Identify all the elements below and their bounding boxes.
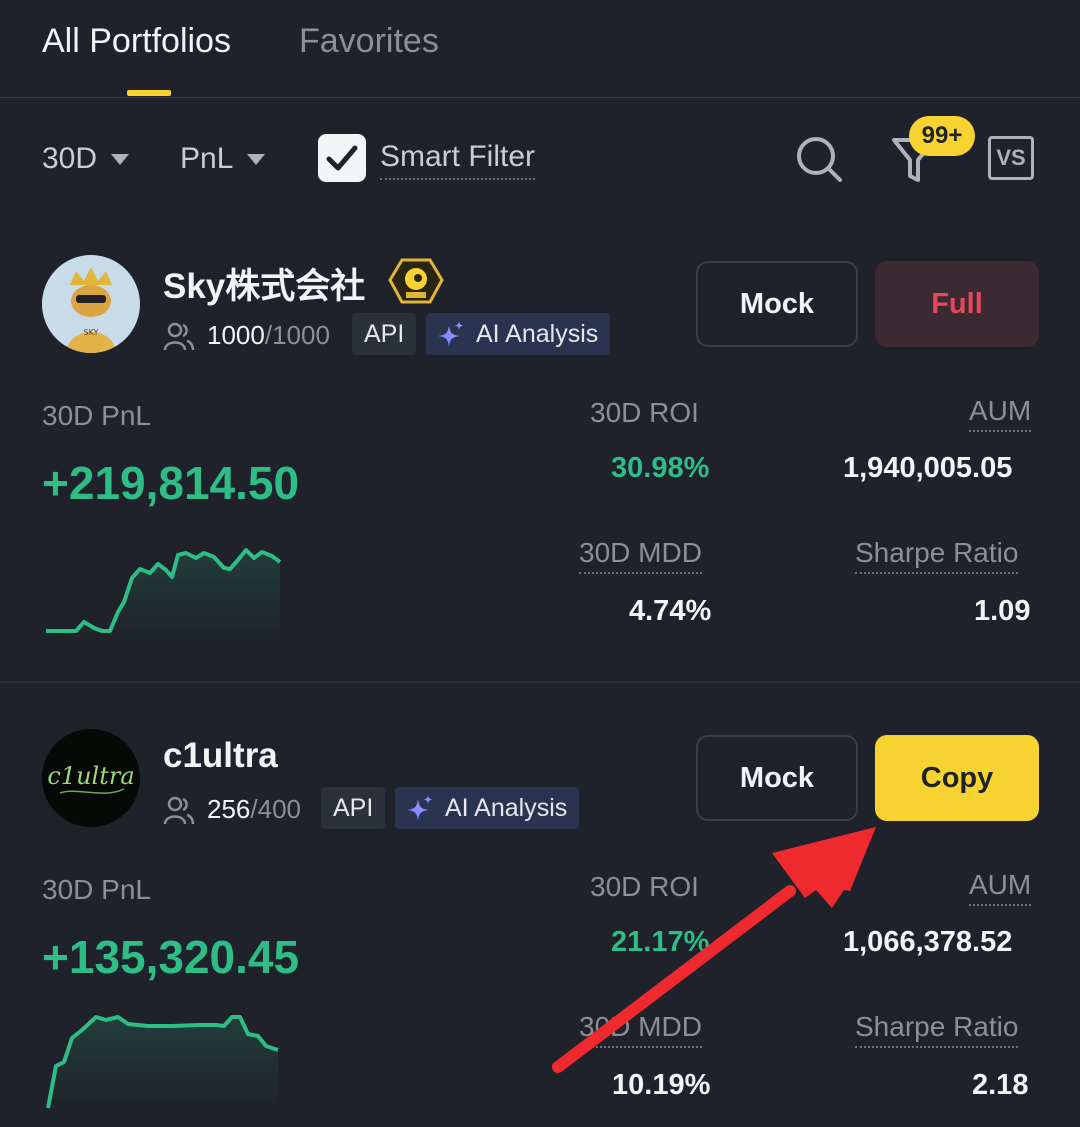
search-icon[interactable] [794,134,844,189]
avatar[interactable]: SKY [42,255,140,353]
sharpe-label[interactable]: Sharpe Ratio [855,537,1019,574]
people-icon [163,794,195,831]
compare-vs-label: VS [996,145,1026,170]
smart-filter-checkbox[interactable] [318,134,366,182]
sparkle-icon [438,321,464,347]
checkmark-icon [326,145,358,171]
svg-text:c1ultra: c1ultra [47,762,134,790]
roi-value: 30.98% [611,452,710,484]
sharpe-value: 1.09 [974,595,1031,627]
sort-dropdown[interactable]: PnL [180,142,266,176]
trader-name[interactable]: Sky株式会社 [163,258,365,309]
aum-label[interactable]: AUM [969,869,1032,906]
copier-count-current: 1000 [207,320,265,350]
people-icon [163,320,195,357]
period-dropdown[interactable]: 30D [42,142,130,176]
pnl-label: 30D PnL [42,400,151,431]
annotation-arrow-icon [540,815,890,1080]
chevron-down-icon [111,153,130,165]
compare-vs-button[interactable]: VS [988,136,1034,180]
api-tag: API [321,787,386,829]
verified-badge-icon [388,258,444,315]
header-divider [0,97,1080,98]
tab-favorites[interactable]: Favorites [299,22,439,61]
smart-filter-label[interactable]: Smart Filter [380,140,536,180]
pnl-label: 30D PnL [42,874,151,905]
sharpe-value: 2.18 [972,1069,1029,1101]
copy-button[interactable]: Copy [875,735,1039,821]
ai-analysis-label: AI Analysis [476,319,599,348]
api-tag: API [352,313,417,355]
svg-text:SKY: SKY [84,328,99,337]
tab-all-portfolios[interactable]: All Portfolios [42,22,231,61]
filter-count-badge: 99+ [909,116,975,156]
copier-count: 1000/1000 [207,320,330,351]
sparkle-icon [407,795,433,821]
period-dropdown-label: 30D [42,142,98,175]
mdd-label[interactable]: 30D MDD [579,537,702,574]
copier-count-max: /400 [250,794,301,824]
pnl-sparkline [42,540,282,645]
roi-label: 30D ROI [590,397,699,428]
pnl-value: +135,320.45 [42,931,300,983]
copier-count-current: 256 [207,794,251,824]
full-button[interactable]: Full [875,261,1039,347]
aum-value: 1,940,005.05 [843,452,1013,484]
active-tab-indicator [127,90,171,96]
mdd-value: 4.74% [629,595,712,627]
pnl-value: +219,814.50 [42,457,300,509]
chevron-down-icon [247,153,266,165]
mock-button[interactable]: Mock [696,735,858,821]
aum-label[interactable]: AUM [969,395,1032,432]
mock-button[interactable]: Mock [696,261,858,347]
copier-count: 256/400 [207,794,301,825]
trader-name[interactable]: c1ultra [163,736,278,776]
copier-count-max: /1000 [264,320,330,350]
card-divider [0,681,1080,683]
sort-dropdown-label: PnL [180,142,234,175]
ai-analysis-tag[interactable]: AI Analysis [426,313,611,355]
pnl-sparkline [42,1010,282,1115]
avatar[interactable]: c1ultra [42,729,140,827]
